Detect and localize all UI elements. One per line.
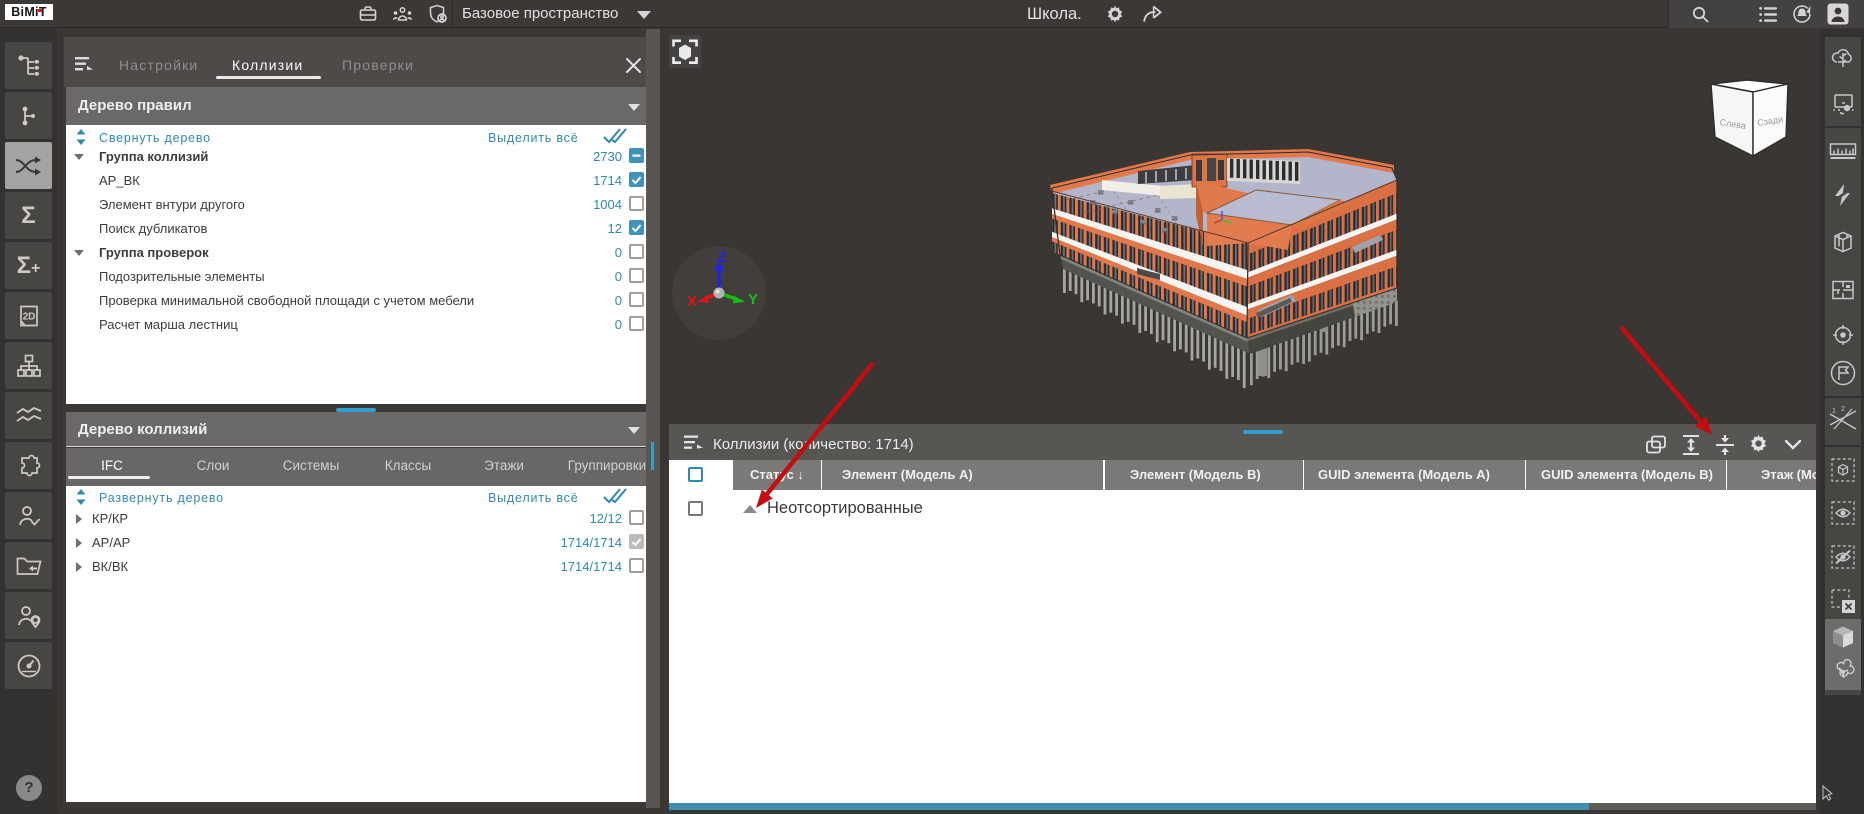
svg-text:2D: 2D [22, 311, 35, 322]
svg-text:Z: Z [717, 249, 726, 266]
svg-text:2: 2 [1841, 406, 1845, 413]
svg-text:1: 1 [1832, 408, 1836, 415]
svg-text:X: X [687, 293, 697, 310]
svg-text:Y: Y [748, 291, 758, 308]
